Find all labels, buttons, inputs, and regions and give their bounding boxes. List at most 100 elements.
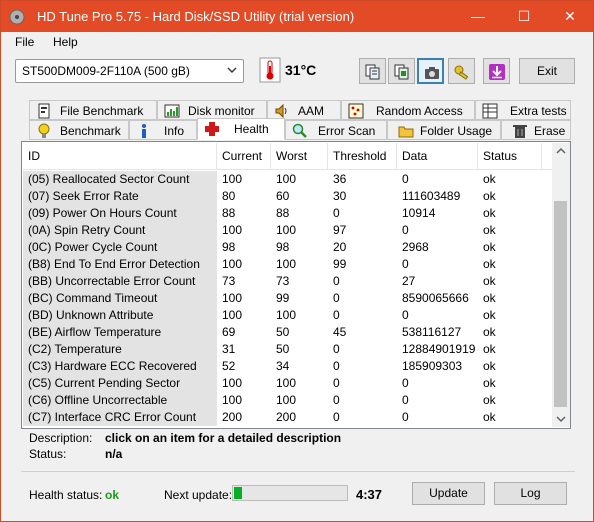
file-benchmark-icon	[36, 103, 52, 119]
vertical-scrollbar[interactable]	[552, 143, 570, 427]
log-button[interactable]: Log	[494, 482, 567, 505]
info-icon	[136, 123, 152, 139]
cell-current: 80	[222, 189, 236, 203]
save-button[interactable]	[483, 58, 510, 84]
minimize-button[interactable]: —	[455, 1, 501, 32]
health-status-value: ok	[105, 488, 120, 502]
tab-extra-tests[interactable]: Extra tests	[475, 100, 571, 120]
column-header-worst[interactable]: Worst	[271, 143, 328, 170]
health-status-label: Health status:	[29, 488, 103, 502]
screenshot-button[interactable]	[417, 58, 444, 84]
tab-random-access[interactable]: Random Access	[341, 100, 475, 120]
cell-id: (07) Seek Error Rate	[23, 188, 217, 205]
cell-worst: 100	[276, 257, 297, 271]
table-row[interactable]: (C5) Current Pending Sector 100 100 0 0 ok	[23, 375, 553, 392]
cell-current: 88	[222, 206, 236, 220]
next-update-timer: 4:37	[356, 487, 383, 502]
cell-status: ok	[483, 223, 496, 237]
column-header-threshold[interactable]: Threshold	[328, 143, 397, 170]
cell-threshold: 0	[333, 206, 340, 220]
table-row[interactable]: (C3) Hardware ECC Recovered 52 34 0 18590930…	[23, 358, 553, 375]
cell-current: 100	[222, 376, 243, 390]
tab-erase[interactable]: Erase	[501, 120, 571, 140]
tab-health[interactable]: Health	[197, 118, 285, 140]
cell-data: 0	[402, 172, 409, 186]
cell-worst: 100	[276, 376, 297, 390]
cell-current: 100	[222, 257, 243, 271]
tab-benchmark[interactable]: Benchmark	[29, 120, 129, 140]
table-row[interactable]: (BC) Command Timeout 100 99 0 8590065666 ok	[23, 290, 553, 307]
table-row[interactable]: (BB) Uncorrectable Error Count 73 73 0 27 ok	[23, 273, 553, 290]
cell-threshold: 30	[333, 189, 347, 203]
column-header-current[interactable]: Current	[217, 143, 271, 170]
tab-label: File Benchmark	[60, 104, 144, 118]
cell-worst: 34	[276, 359, 290, 373]
cell-current: 100	[222, 308, 243, 322]
table-row[interactable]: (BD) Unknown Attribute 100 100 0 0 ok	[23, 307, 553, 324]
cell-threshold: 0	[333, 342, 340, 356]
hdtune-app-icon	[9, 9, 25, 25]
scrollbar-thumb[interactable]	[554, 201, 567, 407]
options-button[interactable]	[448, 58, 475, 84]
scroll-up-icon[interactable]	[552, 143, 570, 160]
table-row[interactable]: (C2) Temperature 31 50 0 12884901919 ok	[23, 341, 553, 358]
table-row[interactable]: (07) Seek Error Rate 80 60 30 111603489 ok	[23, 188, 553, 205]
cell-worst: 100	[276, 223, 297, 237]
menu-help[interactable]: Help	[53, 35, 78, 49]
cell-id: (09) Power On Hours Count	[23, 205, 217, 222]
cell-worst: 100	[276, 393, 297, 407]
cell-threshold: 45	[333, 325, 347, 339]
next-update-label: Next update:	[164, 488, 233, 502]
update-button[interactable]: Update	[412, 482, 485, 505]
title-bar[interactable]: HD Tune Pro 5.75 - Hard Disk/SSD Utility…	[1, 1, 593, 32]
tab-file-benchmark[interactable]: File Benchmark	[29, 100, 157, 120]
table-row[interactable]: (09) Power On Hours Count 88 88 0 10914 ok	[23, 205, 553, 222]
description-value: click on an item for a detailed descript…	[105, 431, 342, 445]
cell-current: 100	[222, 223, 243, 237]
table-row[interactable]: (05) Reallocated Sector Count 100 100 36 0 ok	[23, 171, 553, 188]
copy-button[interactable]	[359, 58, 386, 84]
column-header-data[interactable]: Data	[397, 143, 478, 170]
cell-status: ok	[483, 274, 496, 288]
copy-info-button[interactable]	[388, 58, 415, 84]
table-row[interactable]: (BE) Airflow Temperature 69 50 45 538116127 o…	[23, 324, 553, 341]
table-row[interactable]: (0C) Power Cycle Count 98 98 20 2968 ok	[23, 239, 553, 256]
cell-current: 31	[222, 342, 236, 356]
cell-status: ok	[483, 393, 496, 407]
cell-current: 73	[222, 274, 236, 288]
drive-select[interactable]: ST500DM009-2F110A (500 gB)	[15, 59, 244, 83]
cell-id: (BB) Uncorrectable Error Count	[23, 273, 217, 290]
tab-label: AAM	[298, 104, 325, 118]
cell-worst: 100	[276, 172, 297, 186]
cell-worst: 50	[276, 325, 290, 339]
cell-threshold: 0	[333, 291, 340, 305]
table-row[interactable]: (C6) Offline Uncorrectable 100 100 0 0 ok	[23, 392, 553, 409]
tab-disk-monitor[interactable]: Disk monitor	[157, 100, 267, 120]
cell-worst: 73	[276, 274, 290, 288]
divider	[21, 471, 575, 472]
tab-error-scan[interactable]: Error Scan	[285, 120, 387, 140]
maximize-button[interactable]: ☐	[501, 1, 547, 32]
column-header-id[interactable]: ID	[23, 143, 217, 170]
table-row[interactable]: (0A) Spin Retry Count 100 100 97 0 ok	[23, 222, 553, 239]
close-button[interactable]: ✕	[547, 1, 593, 32]
description-label: Description:	[29, 431, 93, 445]
table-row[interactable]: (C7) Interface CRC Error Count 200 200 0 0 ok	[23, 409, 553, 426]
table-row[interactable]: (B8) End To End Error Detection 100 100 99 0…	[23, 256, 553, 273]
menu-bar: File Help	[1, 32, 593, 52]
cell-worst: 99	[276, 291, 290, 305]
tab-aam[interactable]: AAM	[267, 100, 341, 120]
cell-status: ok	[483, 342, 496, 356]
column-header-status[interactable]: Status	[478, 143, 542, 170]
tab-label: Folder Usage	[420, 124, 493, 138]
cell-status: ok	[483, 240, 496, 254]
cell-status: ok	[483, 189, 496, 203]
menu-file[interactable]: File	[15, 35, 34, 49]
cell-data: 0	[402, 308, 409, 322]
scroll-down-icon[interactable]	[552, 410, 570, 427]
tab-label: Health	[234, 122, 269, 136]
smart-attributes-table[interactable]: ID Current Worst Threshold Data Status (…	[21, 141, 571, 429]
tab-folder-usage[interactable]: Folder Usage	[387, 120, 501, 140]
exit-button[interactable]: Exit	[519, 58, 575, 84]
tab-info[interactable]: Info	[129, 120, 197, 140]
